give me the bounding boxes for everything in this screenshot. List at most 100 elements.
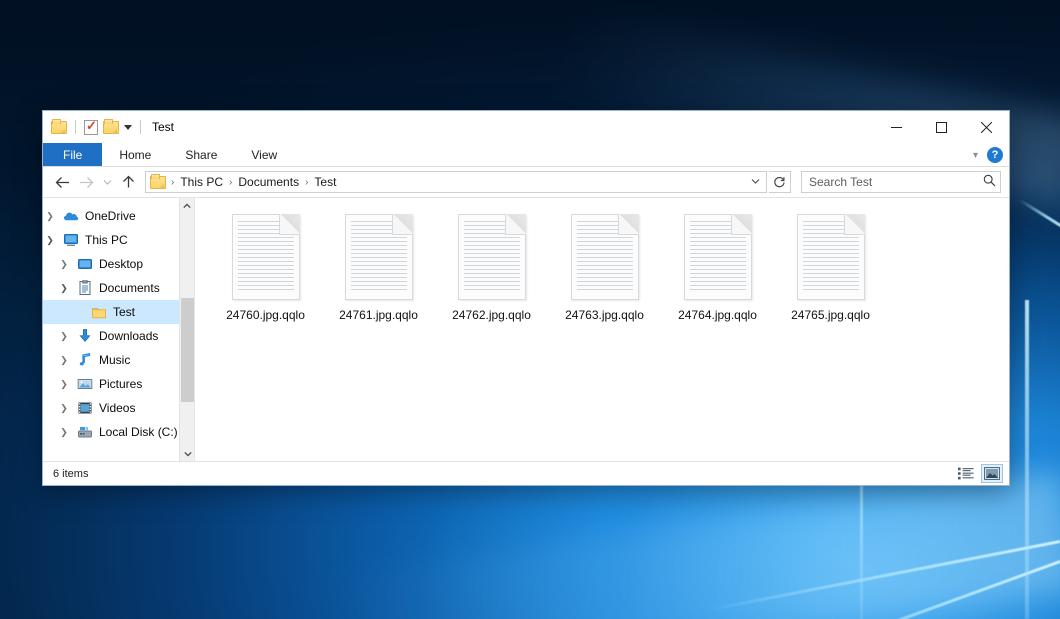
sidebar-item-label: Videos — [99, 401, 135, 415]
back-button[interactable] — [51, 171, 73, 193]
minimize-button[interactable] — [874, 111, 919, 143]
sidebar-item-label: Downloads — [99, 329, 158, 343]
file-list-view[interactable]: 24760.jpg.qqlo 24761.jpg.qqlo — [195, 198, 1009, 461]
desktop: Test File Home Share View ▾ ? — [0, 0, 1060, 619]
breadcrumb-item-documents[interactable]: Documents — [234, 174, 303, 190]
file-item[interactable]: 24763.jpg.qqlo — [548, 208, 661, 322]
sidebar-item-label: Desktop — [99, 257, 143, 271]
chevron-right-icon[interactable]: ❯ — [57, 331, 71, 342]
file-name: 24763.jpg.qqlo — [565, 308, 644, 322]
sidebar-item-test[interactable]: Test — [43, 300, 194, 324]
generic-document-icon — [571, 214, 639, 300]
sidebar-item-downloads[interactable]: ❯ Downloads — [43, 324, 194, 348]
chevron-right-icon[interactable]: ❯ — [43, 211, 57, 222]
quick-access-toolbar[interactable] — [51, 120, 144, 135]
sidebar-item-documents[interactable]: ❯ Documents — [43, 276, 194, 300]
ribbon-right-controls[interactable]: ▾ ? — [973, 143, 1003, 167]
document-fold — [618, 214, 639, 235]
tab-view[interactable]: View — [234, 143, 294, 166]
new-folder-icon[interactable] — [103, 121, 119, 134]
breadcrumb-separator: › — [171, 177, 174, 188]
item-count-label: 6 items — [53, 468, 88, 480]
address-bar[interactable]: › This PC › Documents › Test — [145, 171, 767, 193]
sidebar-item-label: This PC — [85, 233, 128, 247]
close-button[interactable] — [964, 111, 1009, 143]
view-mode-buttons[interactable] — [955, 464, 1003, 483]
search-box[interactable] — [801, 171, 1001, 193]
sidebar-item-label: Local Disk (C:) — [99, 425, 178, 439]
file-name: 24764.jpg.qqlo — [678, 308, 757, 322]
wallpaper-beam-vertical-2 — [1025, 300, 1029, 619]
chevron-down-icon[interactable]: ▾ — [973, 150, 978, 161]
desktop-icon — [77, 256, 93, 272]
forward-button[interactable] — [75, 171, 97, 193]
tab-home[interactable]: Home — [102, 143, 168, 166]
chevron-down-icon[interactable] — [746, 177, 764, 188]
window-controls[interactable] — [874, 111, 1009, 143]
breadcrumb-item-test[interactable]: Test — [310, 174, 340, 190]
sidebar-item-label: Pictures — [99, 377, 142, 391]
file-item[interactable]: 24765.jpg.qqlo — [774, 208, 887, 322]
document-fold — [505, 214, 526, 235]
scroll-up-button[interactable] — [180, 198, 194, 213]
navigation-pane-scrollbar[interactable] — [179, 198, 194, 461]
chevron-down-icon[interactable]: ❯ — [57, 283, 71, 294]
chevron-down-icon[interactable] — [124, 125, 132, 130]
help-button[interactable]: ? — [987, 147, 1003, 163]
file-item[interactable]: 24761.jpg.qqlo — [322, 208, 435, 322]
maximize-button[interactable] — [919, 111, 964, 143]
generic-document-icon — [797, 214, 865, 300]
sidebar-item-onedrive[interactable]: ❯ OneDrive — [43, 204, 194, 228]
sidebar-item-pictures[interactable]: ❯ Pictures — [43, 372, 194, 396]
folder-icon[interactable] — [51, 121, 67, 134]
chevron-right-icon[interactable]: ❯ — [57, 403, 71, 414]
recent-locations-button[interactable] — [99, 171, 115, 193]
documents-icon — [77, 280, 93, 296]
chevron-right-icon[interactable]: ❯ — [57, 355, 71, 366]
tab-share[interactable]: Share — [168, 143, 234, 166]
generic-document-icon — [684, 214, 752, 300]
file-explorer-window[interactable]: Test File Home Share View ▾ ? — [42, 110, 1010, 486]
music-icon — [77, 352, 93, 368]
search-input[interactable] — [809, 175, 983, 189]
navigation-pane[interactable]: ❯ OneDrive ❯ — [43, 198, 195, 461]
chevron-down-icon[interactable]: ❯ — [43, 235, 57, 246]
file-item[interactable]: 24760.jpg.qqlo — [209, 208, 322, 322]
sidebar-item-videos[interactable]: ❯ Videos — [43, 396, 194, 420]
large-icons-view-button[interactable] — [981, 464, 1003, 483]
status-bar: 6 items — [43, 461, 1009, 485]
up-button[interactable] — [117, 171, 139, 193]
scrollbar-thumb[interactable] — [181, 298, 194, 402]
ribbon-tabs[interactable]: File Home Share View ▾ ? — [43, 143, 1009, 167]
refresh-button[interactable] — [769, 171, 791, 193]
pc-icon — [63, 232, 79, 248]
chevron-right-icon[interactable]: ❯ — [57, 259, 71, 270]
file-name: 24760.jpg.qqlo — [226, 308, 305, 322]
document-fold — [731, 214, 752, 235]
chevron-right-icon[interactable]: ❯ — [57, 427, 71, 438]
file-name: 24761.jpg.qqlo — [339, 308, 418, 322]
chevron-right-icon[interactable]: ❯ — [57, 379, 71, 390]
window-title: Test — [152, 120, 174, 134]
file-name: 24765.jpg.qqlo — [791, 308, 870, 322]
pictures-icon — [77, 376, 93, 392]
title-bar[interactable]: Test — [43, 111, 1009, 143]
sidebar-item-music[interactable]: ❯ Music — [43, 348, 194, 372]
document-fold — [844, 214, 865, 235]
tab-file[interactable]: File — [43, 143, 102, 166]
generic-document-icon — [458, 214, 526, 300]
scroll-down-button[interactable] — [180, 446, 195, 461]
breadcrumb[interactable]: › This PC › Documents › Test — [171, 174, 746, 190]
sidebar-item-local-disk[interactable]: ❯ Local Disk (C:) — [43, 420, 194, 444]
document-fold — [279, 214, 300, 235]
sidebar-item-desktop[interactable]: ❯ Desktop — [43, 252, 194, 276]
search-icon[interactable] — [983, 174, 996, 190]
navigation-toolbar[interactable]: › This PC › Documents › Test — [43, 167, 1009, 197]
file-item[interactable]: 24762.jpg.qqlo — [435, 208, 548, 322]
cloud-icon — [63, 208, 79, 224]
file-item[interactable]: 24764.jpg.qqlo — [661, 208, 774, 322]
properties-icon[interactable] — [84, 120, 98, 135]
breadcrumb-item-this-pc[interactable]: This PC — [176, 174, 227, 190]
sidebar-item-this-pc[interactable]: ❯ This PC — [43, 228, 194, 252]
details-view-button[interactable] — [955, 464, 977, 483]
